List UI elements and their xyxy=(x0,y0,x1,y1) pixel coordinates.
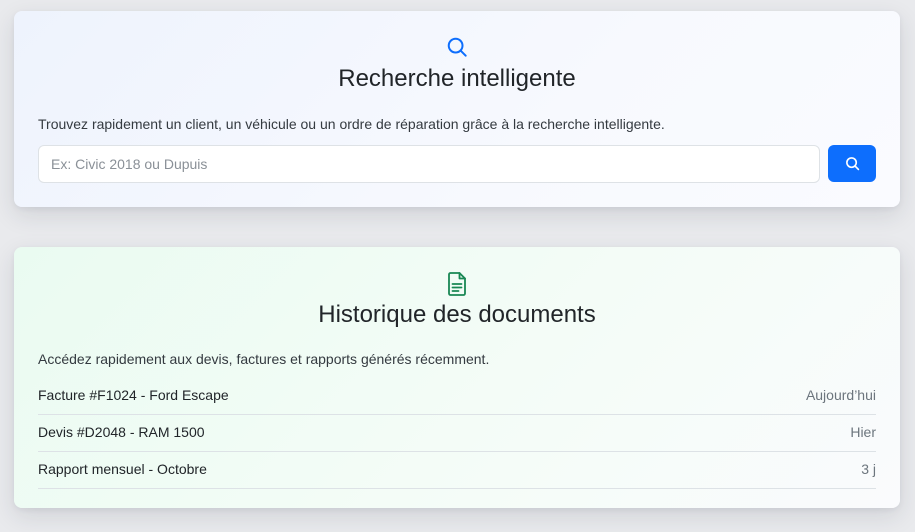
document-name: Rapport mensuel - Octobre xyxy=(38,461,207,477)
search-card-title: Recherche intelligente xyxy=(338,65,576,92)
list-item[interactable]: Facture #F1024 - Ford Escape Aujourd’hui xyxy=(38,378,876,415)
docs-card-description: Accédez rapidement aux devis, factures e… xyxy=(38,351,490,367)
document-date: Hier xyxy=(850,424,876,440)
document-name: Devis #D2048 - RAM 1500 xyxy=(38,424,205,440)
search-input[interactable] xyxy=(38,145,820,183)
list-item[interactable]: Devis #D2048 - RAM 1500 Hier xyxy=(38,415,876,452)
list-item[interactable]: Rapport mensuel - Octobre 3 j xyxy=(38,452,876,489)
search-icon xyxy=(845,156,860,171)
document-date: Aujourd’hui xyxy=(805,387,876,403)
document-date: 3 j xyxy=(861,461,876,477)
document-history-card: Historique des documents Accédez rapidem… xyxy=(14,247,900,508)
document-list: Facture #F1024 - Ford Escape Aujourd’hui… xyxy=(38,378,876,489)
search-card-description: Trouvez rapidement un client, un véhicul… xyxy=(38,116,665,132)
search-button[interactable] xyxy=(828,145,876,182)
document-name: Facture #F1024 - Ford Escape xyxy=(38,387,229,403)
file-text-icon xyxy=(14,272,900,296)
docs-card-title: Historique des documents xyxy=(318,301,596,328)
search-icon xyxy=(14,36,900,58)
smart-search-card: Recherche intelligente Trouvez rapidemen… xyxy=(14,11,900,207)
